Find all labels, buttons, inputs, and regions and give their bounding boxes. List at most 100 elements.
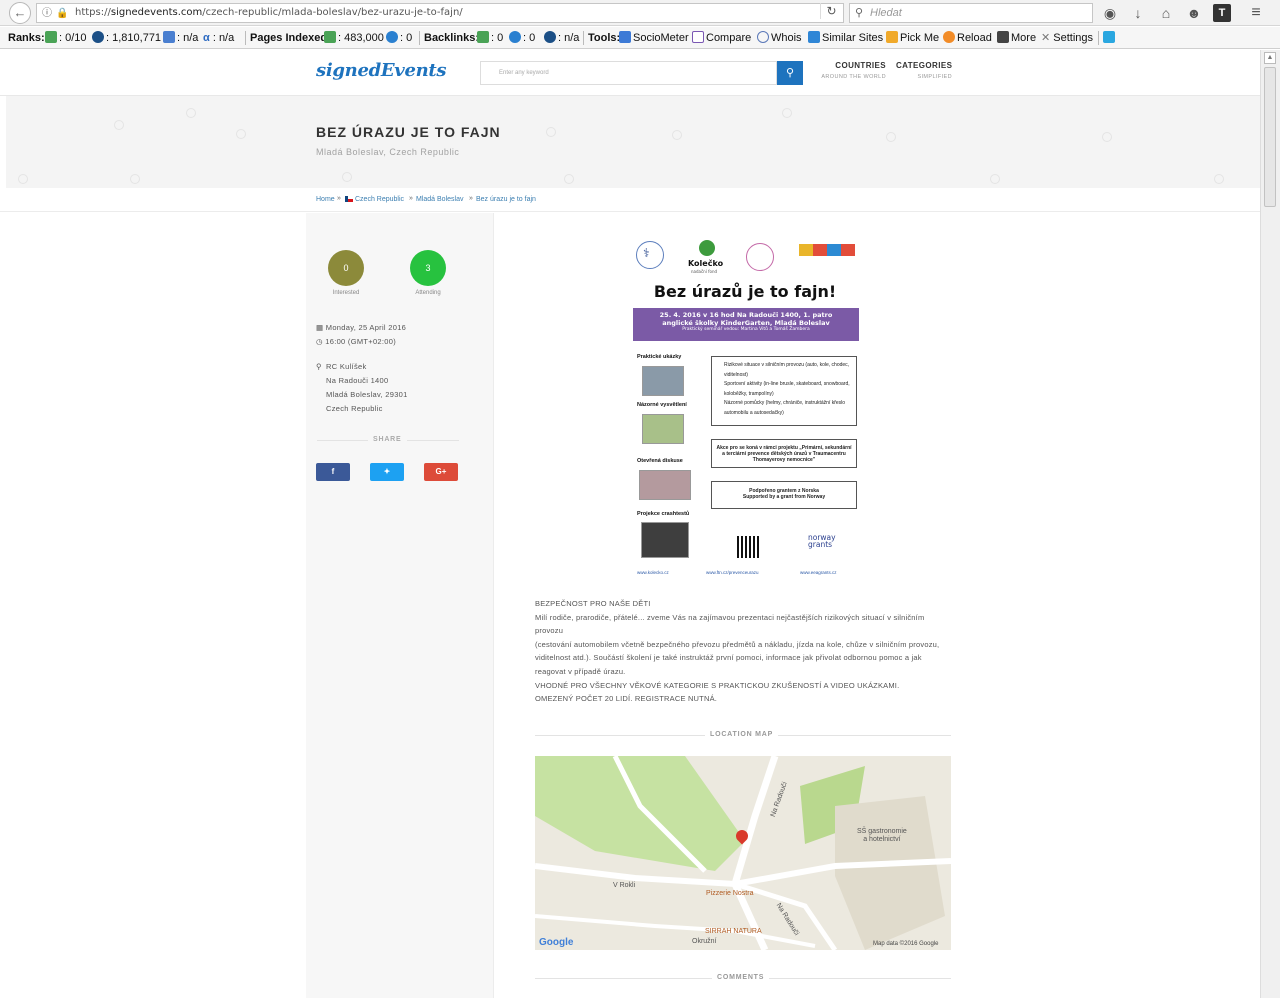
poster-headline: Bez úrazů je to fajn!	[653, 282, 837, 301]
twitter-tool-icon[interactable]	[1103, 27, 1117, 48]
map-label-v-rokli: V Rokli	[613, 882, 636, 889]
poster-link-ftn: www.ftn.cz/prevenceurazu	[706, 570, 759, 575]
rank-alexa[interactable]: : 1,810,771	[92, 27, 161, 48]
kolecko-logo: Kolečko	[688, 259, 724, 268]
nav-countries[interactable]: COUNTRIES AROUND THE WORLD	[820, 61, 886, 80]
browser-search-input[interactable]: ⚲ Hledat	[849, 3, 1093, 23]
clock-icon: ◷	[316, 337, 323, 346]
desc-limit: OMEZENÝ POČET 20 LIDÍ. REGISTRACE NUTNÁ.	[535, 694, 718, 704]
compare-button[interactable]: Compare	[692, 27, 751, 48]
keyword-search-input[interactable]: Enter any keyword	[480, 61, 777, 85]
ftn-logo	[636, 241, 664, 269]
interested-count[interactable]: 0	[328, 250, 364, 286]
nav-categories[interactable]: CATEGORIES SIMPLIFIED	[896, 61, 952, 80]
backlinks-alexa[interactable]: : n/a	[544, 27, 579, 48]
topic-2: Sportovní aktivity (in-line brusle, skat…	[724, 381, 850, 397]
backlinks-google[interactable]: : 0	[477, 27, 503, 48]
share-google-plus-button[interactable]: G+	[424, 463, 458, 481]
breadcrumb-country[interactable]: Czech Republic	[345, 196, 404, 203]
event-date: ▦ Monday, 25 April 2016	[316, 323, 407, 332]
page-scrollbar[interactable]: ▲	[1260, 50, 1280, 998]
event-description: BEZPEČNOST PRO NAŠE DĚTI Milí rodiče, pr…	[535, 597, 951, 706]
whois-button[interactable]: Whois	[757, 27, 802, 48]
rank-compete[interactable]: : n/a	[163, 27, 198, 48]
ranks-label: Ranks:	[8, 32, 45, 44]
rank-google[interactable]: : 0/10	[45, 27, 87, 48]
backlinks-bing[interactable]: : 0	[509, 27, 535, 48]
location-map[interactable]: Na Radouči V Rokli Pizzerie Nostra Na Ra…	[535, 756, 951, 950]
poster-link-kolecko: www.kolecko.cz	[637, 570, 669, 575]
twitter-icon: ✦	[383, 467, 391, 476]
event-time: ◷ 16:00 (GMT+02:00)	[316, 337, 397, 346]
desc-details: (cestování automobilem včetně bezpečného…	[535, 639, 940, 676]
pocket-icon[interactable]: ◉	[1101, 4, 1119, 22]
browser-navigation-bar: ← ⓘ 🔒 https://signedevents.com/czech-rep…	[0, 0, 1280, 26]
scroll-up-arrow-icon[interactable]: ▲	[1264, 52, 1276, 64]
map-marker-icon: ⚲	[316, 362, 322, 371]
ministry-logo	[799, 244, 855, 256]
back-button[interactable]: ←	[9, 2, 31, 24]
settings-button[interactable]: ✕ Settings	[1041, 27, 1093, 48]
czech-flag-icon	[345, 196, 353, 202]
discussion-photo	[639, 470, 691, 500]
event-sidebar: 0 Interested 3 Attending ▦ Monday, 25 Ap…	[306, 213, 494, 998]
nav-countries-subtitle: AROUND THE WORLD	[821, 74, 886, 80]
map-label-pizzerie: Pizzerie Nostra	[706, 890, 754, 897]
share-facebook-button[interactable]: f	[316, 463, 350, 481]
venue-name: RC Kulíšek	[326, 362, 367, 371]
qr-code	[737, 536, 759, 558]
text-extension-icon[interactable]: T	[1213, 4, 1231, 22]
pick-me-button[interactable]: Pick Me	[886, 27, 939, 48]
pages-indexed-label: Pages Indexed:	[250, 32, 331, 44]
poster-banner: 25. 4. 2016 v 16 hod Na Radouči 1400, 1.…	[633, 308, 859, 341]
more-button[interactable]: More	[997, 27, 1036, 48]
pages-google[interactable]: : 483,000	[324, 27, 384, 48]
attending-count[interactable]: 3	[410, 250, 446, 286]
event-poster[interactable]: ⚕ Kolečko nadační fond Bez úrazů je to f…	[630, 236, 860, 576]
home-icon[interactable]: ⌂	[1157, 4, 1175, 22]
menu-icon[interactable]: ≡	[1247, 4, 1265, 22]
banner-presenters: Praktický seminář vedou: Martina Vitů a …	[682, 327, 810, 332]
rank-quantcast[interactable]: α : n/a	[203, 27, 234, 48]
url-bar[interactable]: ⓘ 🔒 https://signedevents.com/czech-repub…	[36, 3, 844, 23]
event-location: Mladá Boleslav, Czech Republic	[316, 147, 460, 157]
event-hero	[6, 96, 1260, 188]
event-title: BEZ ÚRAZU JE TO FAJN	[316, 124, 501, 140]
desc-audience: VHODNÉ PRO VŠECHNY VĚKOVÉ KATEGORIE S PR…	[535, 680, 900, 690]
google-logo: Google	[539, 937, 574, 948]
breadcrumb-home[interactable]: Home	[316, 196, 335, 203]
reload-page-button[interactable]: ↻	[820, 3, 842, 19]
venue-city: Mladá Boleslav, 29301	[326, 390, 408, 399]
search-icon: ⚲	[855, 7, 864, 19]
share-twitter-button[interactable]: ✦	[370, 463, 404, 481]
lock-icon: 🔒	[56, 8, 69, 19]
download-icon[interactable]: ↓	[1129, 4, 1147, 22]
sociometer-button[interactable]: SocioMeter	[619, 27, 689, 48]
share-label: SHARE	[368, 436, 407, 443]
facebook-icon: f	[331, 467, 335, 476]
nav-categories-subtitle: SIMPLIFIED	[917, 74, 952, 80]
seo-toolbar: Ranks: : 0/10 : 1,810,771 : n/a α : n/a …	[0, 27, 1280, 49]
pages-bing[interactable]: : 0	[386, 27, 412, 48]
reload-tool-button[interactable]: Reload	[943, 27, 992, 48]
venue-country: Czech Republic	[326, 404, 383, 413]
practical-photo	[642, 366, 684, 396]
grant-en: Supported by a grant from Norway	[742, 494, 826, 500]
sec-visual: Názorné vysvětlení	[637, 402, 687, 408]
tools-label: Tools:	[588, 32, 621, 44]
breadcrumb-city[interactable]: Mladá Boleslav	[416, 196, 463, 203]
site-logo[interactable]: signedEvents	[316, 60, 447, 81]
keyword-search-button[interactable]: ⚲	[777, 61, 803, 85]
topic-3: Názorné pomůcky (helmy, chrániče, instru…	[724, 400, 846, 416]
info-icon[interactable]: ⓘ	[42, 5, 52, 23]
attending-label: Attending	[415, 290, 441, 296]
map-canvas	[535, 756, 951, 950]
scroll-thumb[interactable]	[1264, 67, 1276, 207]
sec-crash: Projekce crashtestů	[637, 511, 690, 517]
visual-photo	[642, 414, 684, 444]
map-data-credit[interactable]: Map data ©2016 Google	[873, 941, 938, 947]
page-viewport: signedEvents Enter any keyword ⚲ COUNTRI…	[0, 50, 1260, 998]
similar-sites-button[interactable]: Similar Sites	[808, 27, 883, 48]
chat-icon[interactable]: ☻	[1185, 4, 1203, 22]
info-box-topics: Rizikové situace v silničním provozu (au…	[711, 356, 857, 426]
